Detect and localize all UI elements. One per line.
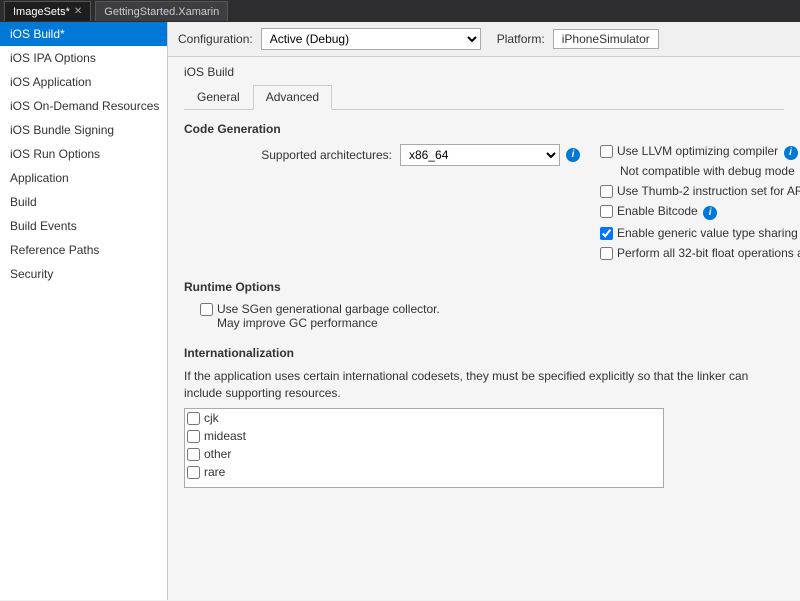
tab-advanced[interactable]: Advanced — [253, 85, 332, 110]
sgen-label-group: Use SGen generational garbage collector.… — [217, 302, 440, 330]
content-inner: iOS Build General Advanced Code Generati… — [168, 57, 800, 512]
sgen-row: Use SGen generational garbage collector.… — [184, 302, 784, 330]
config-bar: Configuration: Active (Debug) Platform: … — [168, 22, 800, 57]
intl-mideast-label: mideast — [204, 429, 246, 443]
runtime-options-section: Runtime Options Use SGen generational ga… — [184, 280, 784, 330]
intl-cjk-label: cjk — [204, 411, 219, 425]
tab-gettingstarted[interactable]: GettingStarted.Xamarin — [95, 1, 228, 21]
intl-rare-label: rare — [204, 465, 225, 479]
arch-label: Supported architectures: — [200, 148, 400, 162]
generic-value-checkbox[interactable] — [600, 227, 613, 240]
sgen-checkbox[interactable] — [200, 303, 213, 316]
platform-label: Platform: — [497, 32, 545, 46]
llvm-note: Not compatible with debug mode — [620, 164, 795, 178]
content-tab-bar: General Advanced — [184, 85, 784, 110]
thumb-label: Use Thumb-2 instruction set for ARMv i — [617, 184, 800, 200]
code-generation-title: Code Generation — [184, 122, 784, 136]
title-bar: ImageSets* ✕ GettingStarted.Xamarin — [0, 0, 800, 22]
intl-list[interactable]: cjk mideast other rare — [184, 408, 664, 488]
sidebar-item-ios-bundle[interactable]: iOS Bundle Signing — [0, 118, 167, 142]
runtime-title: Runtime Options — [184, 280, 784, 294]
sgen-label: Use SGen generational garbage collector. — [217, 302, 440, 316]
bitcode-info-icon: i — [703, 206, 717, 220]
main-layout: iOS Build* iOS IPA Options iOS Applicati… — [0, 22, 800, 600]
sidebar-item-reference-paths[interactable]: Reference Paths — [0, 238, 167, 262]
generic-value-row: Enable generic value type sharing i — [600, 226, 800, 242]
platform-value: iPhoneSimulator — [553, 29, 659, 49]
float-checkbox[interactable] — [600, 247, 613, 260]
tab-imagesets[interactable]: ImageSets* ✕ — [4, 1, 91, 21]
arch-row: Supported architectures: x86_64 i — [184, 144, 580, 166]
code-generation-section: Code Generation Supported architectures:… — [184, 122, 784, 264]
llvm-note-row: Not compatible with debug mode — [600, 164, 800, 178]
thumb-checkbox[interactable] — [600, 185, 613, 198]
tab-imagesets-close[interactable]: ✕ — [74, 6, 82, 17]
sidebar: iOS Build* iOS IPA Options iOS Applicati… — [0, 22, 168, 600]
sidebar-item-application[interactable]: Application — [0, 166, 167, 190]
arch-col: Supported architectures: x86_64 i — [184, 144, 580, 172]
sidebar-item-build[interactable]: Build — [0, 190, 167, 214]
llvm-row: Use LLVM optimizing compiler i — [600, 144, 800, 160]
tab-gettingstarted-label: GettingStarted.Xamarin — [104, 6, 219, 18]
float-label: Perform all 32-bit float operations as 6… — [617, 246, 800, 260]
arch-control: x86_64 i — [400, 144, 580, 166]
intl-item-rare: rare — [187, 465, 661, 479]
generic-value-label: Enable generic value type sharing i — [617, 226, 800, 242]
intl-cjk-checkbox[interactable] — [187, 412, 200, 425]
codegen-right-col: Use LLVM optimizing compiler i Not compa… — [600, 144, 800, 264]
sidebar-item-ios-ondemand[interactable]: iOS On-Demand Resources — [0, 94, 167, 118]
internationalization-section: Internationalization If the application … — [184, 346, 784, 488]
sidebar-item-build-events[interactable]: Build Events — [0, 214, 167, 238]
sidebar-item-ios-ipa[interactable]: iOS IPA Options — [0, 46, 167, 70]
code-gen-columns: Supported architectures: x86_64 i — [184, 144, 784, 264]
arch-select[interactable]: x86_64 — [400, 144, 560, 166]
float-row: Perform all 32-bit float operations as 6… — [600, 246, 800, 260]
bitcode-label: Enable Bitcode i — [617, 204, 717, 220]
bitcode-checkbox[interactable] — [600, 205, 613, 218]
thumb-row: Use Thumb-2 instruction set for ARMv i — [600, 184, 800, 200]
intl-description: If the application uses certain internat… — [184, 368, 784, 402]
bitcode-row: Enable Bitcode i — [600, 204, 800, 220]
arch-info-icon: i — [566, 148, 580, 162]
llvm-checkbox[interactable] — [600, 145, 613, 158]
config-select[interactable]: Active (Debug) — [261, 28, 481, 50]
intl-other-checkbox[interactable] — [187, 448, 200, 461]
section-title: iOS Build — [184, 65, 784, 79]
intl-other-label: other — [204, 447, 231, 461]
intl-mideast-checkbox[interactable] — [187, 430, 200, 443]
content-area: Configuration: Active (Debug) Platform: … — [168, 22, 800, 600]
llvm-label: Use LLVM optimizing compiler i — [617, 144, 798, 160]
tab-imagesets-label: ImageSets* — [13, 6, 70, 18]
intl-item-cjk: cjk — [187, 411, 661, 425]
intl-title: Internationalization — [184, 346, 784, 360]
sidebar-item-security[interactable]: Security — [0, 262, 167, 286]
sidebar-item-ios-build[interactable]: iOS Build* — [0, 22, 167, 46]
intl-item-mideast: mideast — [187, 429, 661, 443]
llvm-info-icon: i — [784, 146, 798, 160]
intl-list-container: cjk mideast other rare — [184, 408, 664, 488]
sgen-note: May improve GC performance — [217, 316, 378, 330]
tab-general[interactable]: General — [184, 85, 253, 109]
intl-rare-checkbox[interactable] — [187, 466, 200, 479]
config-label: Configuration: — [178, 32, 253, 46]
intl-item-other: other — [187, 447, 661, 461]
sidebar-item-ios-run[interactable]: iOS Run Options — [0, 142, 167, 166]
sidebar-item-ios-application[interactable]: iOS Application — [0, 70, 167, 94]
